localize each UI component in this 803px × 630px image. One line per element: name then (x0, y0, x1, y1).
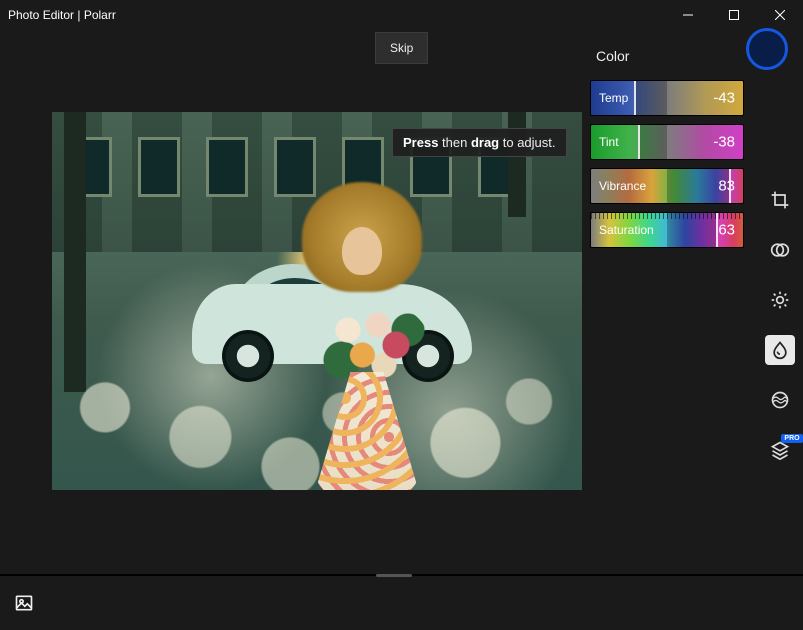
tutorial-highlight-ring (746, 28, 788, 70)
slider-tint-thumb[interactable] (638, 125, 640, 159)
bottom-bar (0, 580, 803, 630)
waves-icon (770, 390, 790, 410)
tooltip-word-drag: drag (471, 135, 499, 150)
tool-color[interactable] (765, 235, 795, 265)
slider-temp-label: Temp (599, 91, 628, 105)
window-minimize-button[interactable] (665, 0, 711, 30)
sun-icon (770, 290, 790, 310)
slider-tint-value: -38 (713, 134, 735, 151)
slider-vibrance[interactable]: Vibrance 83 (590, 168, 744, 204)
tooltip-word-press: Press (403, 135, 438, 150)
slider-saturation-thumb[interactable] (716, 213, 718, 247)
tool-crop[interactable] (765, 185, 795, 215)
slider-saturation-label: Saturation (599, 223, 654, 237)
open-image-button[interactable] (14, 593, 34, 618)
bottom-drag-handle[interactable] (376, 574, 412, 577)
window-controls (665, 0, 803, 30)
slider-saturation[interactable]: Saturation 63 (590, 212, 744, 248)
tutorial-tooltip: Press then drag to adjust. (392, 128, 567, 157)
tool-detail[interactable] (765, 335, 795, 365)
layers-icon (770, 440, 790, 460)
slider-temp-value: -43 (713, 90, 735, 107)
crop-icon (770, 190, 790, 210)
slider-tint-range (638, 125, 667, 159)
slider-vibrance-label: Vibrance (599, 179, 646, 193)
image-icon (14, 593, 34, 613)
pro-badge: PRO (781, 434, 802, 443)
skip-button[interactable]: Skip (375, 32, 428, 64)
slider-tint-label: Tint (599, 135, 619, 149)
slider-temp-range (634, 81, 667, 115)
tool-light[interactable] (765, 285, 795, 315)
slider-temp[interactable]: Temp -43 (590, 80, 744, 116)
window-maximize-button[interactable] (711, 0, 757, 30)
tool-effects[interactable] (765, 385, 795, 415)
overlap-circles-icon (770, 240, 790, 260)
canvas-person (292, 182, 422, 482)
slider-vibrance-value: 83 (718, 178, 735, 195)
drop-icon (770, 340, 790, 360)
slider-tint[interactable]: Tint -38 (590, 124, 744, 160)
slider-saturation-range (667, 213, 716, 247)
slider-temp-thumb[interactable] (634, 81, 636, 115)
canvas-tree (64, 112, 86, 392)
canvas-image[interactable] (52, 112, 582, 490)
right-tool-column: PRO (765, 185, 795, 465)
window-close-button[interactable] (757, 0, 803, 30)
color-sliders-panel: Temp -43 Tint -38 Vibrance 83 Saturation… (590, 80, 744, 256)
panel-title-color: Color (596, 48, 629, 64)
slider-saturation-value: 63 (718, 222, 735, 239)
window-title: Photo Editor | Polarr (8, 8, 116, 22)
tool-layers[interactable]: PRO (765, 435, 795, 465)
